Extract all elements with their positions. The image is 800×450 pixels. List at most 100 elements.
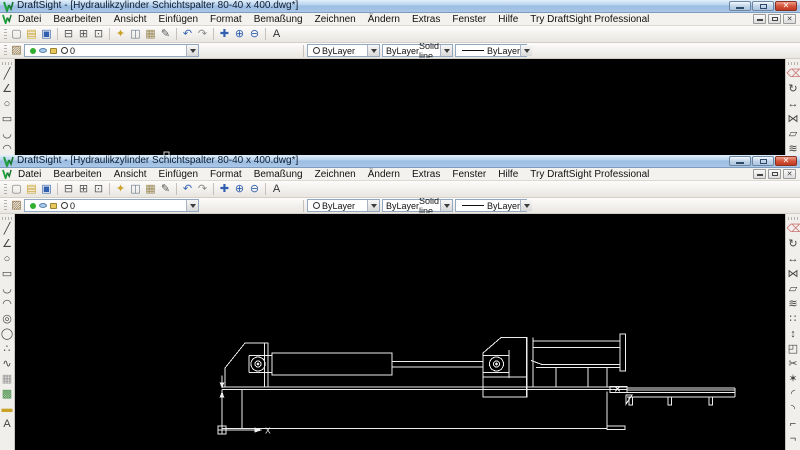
drawing-canvas[interactable]: X [15,214,785,450]
doc-close-button[interactable]: ✕ [783,14,796,24]
print-icon[interactable]: ⊟ [62,28,75,41]
delete-icon[interactable]: ⌫ [787,223,800,236]
chamfer-2-icon[interactable]: ¬ [787,433,800,446]
titlebar[interactable]: DraftSight - [Hydraulikzylinder Schichts… [0,0,800,13]
rectangle-icon[interactable]: ▭ [1,268,14,281]
linestyle-dropdown[interactable]: ByLayer Solid line [382,44,453,57]
zoom-in-icon[interactable]: ⊕ [233,28,246,41]
copy-icon[interactable]: ◫ [129,28,142,41]
menu-bema-ung[interactable]: Bemaßung [248,168,309,181]
linestyle-dropdown[interactable]: ByLayer Solid line [382,199,453,212]
arc-icon[interactable]: ◡ [1,283,14,296]
menu-zeichnen[interactable]: Zeichnen [309,168,362,181]
layers-preview-icon[interactable]: A [270,183,283,196]
note-icon[interactable]: A [1,418,14,431]
layer-dropdown-arrow[interactable] [186,200,198,211]
restore-button[interactable] [752,1,774,11]
copy-entity-icon[interactable]: ▱ [787,128,800,141]
redo-icon[interactable]: ↷ [196,183,209,196]
print-preview-icon[interactable]: ⊡ [92,28,105,41]
menu-hilfe[interactable]: Hilfe [492,13,524,26]
toolbar-grip[interactable] [4,184,7,195]
copy-entity-icon[interactable]: ▱ [787,283,800,296]
save-icon[interactable]: ▣ [40,183,53,196]
line-icon[interactable]: ╱ [1,223,14,236]
circle-icon[interactable]: ○ [1,253,14,266]
color-dropdown[interactable]: ByLayer [307,44,380,57]
drawing-canvas[interactable] [15,59,785,155]
doc-restore-button[interactable] [768,169,781,179]
layers-manager-icon[interactable]: ▨ [10,44,23,57]
toolbar-grip[interactable] [2,217,13,220]
color-dropdown-arrow[interactable] [367,45,379,56]
minimize-button[interactable] [729,1,751,11]
new-file-icon[interactable]: ▢ [10,183,23,196]
trim-icon[interactable]: ✂ [787,358,800,371]
delete-icon[interactable]: ⌫ [787,68,800,81]
lineweight-dropdown-arrow[interactable] [520,200,532,211]
menu-fenster[interactable]: Fenster [446,168,492,181]
toolbar-grip[interactable] [4,200,7,211]
draw-pen-icon[interactable]: ✎ [159,183,172,196]
draw-pen-icon[interactable]: ✎ [159,28,172,41]
menu-try-draftsight-professional[interactable]: Try DraftSight Professional [524,168,655,181]
rotate-icon[interactable]: ↻ [787,238,800,251]
menu-datei[interactable]: Datei [12,13,47,26]
menu-extras[interactable]: Extras [406,13,446,26]
move-icon[interactable]: ↔ [787,98,800,111]
close-button[interactable]: ✕ [775,156,797,166]
toolbar-grip[interactable] [4,29,7,40]
circle-icon[interactable]: ○ [1,98,14,111]
menu-einf-gen[interactable]: Einfügen [153,168,204,181]
menu-try-draftsight-professional[interactable]: Try DraftSight Professional [524,13,655,26]
linestyle-dropdown-arrow[interactable] [440,200,452,211]
doc-minimize-button[interactable] [753,169,766,179]
zoom-out-icon[interactable]: ⊖ [248,183,261,196]
fillet-2-icon[interactable]: ◝ [787,403,800,416]
fillet-icon[interactable]: ◜ [787,388,800,401]
region-icon[interactable]: ▬ [1,403,14,416]
menu-format[interactable]: Format [204,168,248,181]
spline-icon[interactable]: ∿ [1,358,14,371]
pan-icon[interactable]: ✚ [218,183,231,196]
menu--ndern[interactable]: Ändern [362,13,406,26]
arc-icon[interactable]: ◡ [1,128,14,141]
menu-ansicht[interactable]: Ansicht [108,13,153,26]
chamfer-icon[interactable]: ⌐ [787,418,800,431]
menu-hilfe[interactable]: Hilfe [492,168,524,181]
polyline-icon[interactable]: ∠ [1,83,14,96]
layer-dropdown-arrow[interactable] [186,45,198,56]
save-icon[interactable]: ▣ [40,28,53,41]
ellipse-icon[interactable]: ◯ [1,328,14,341]
titlebar[interactable]: DraftSight - [Hydraulikzylinder Schichts… [0,155,800,168]
rotate-icon[interactable]: ↻ [787,83,800,96]
doc-restore-button[interactable] [768,14,781,24]
print-icon[interactable]: ⊟ [62,183,75,196]
pan-icon[interactable]: ✚ [218,28,231,41]
minimize-button[interactable] [729,156,751,166]
toolbar-grip[interactable] [4,45,7,56]
toolbar-grip[interactable] [788,217,799,220]
menu-fenster[interactable]: Fenster [446,13,492,26]
properties-painter-icon[interactable]: ✦ [114,183,127,196]
toolbar-grip[interactable] [788,62,799,65]
zoom-in-icon[interactable]: ⊕ [233,183,246,196]
new-file-icon[interactable]: ▢ [10,28,23,41]
linestyle-dropdown-arrow[interactable] [440,45,452,56]
menu-zeichnen[interactable]: Zeichnen [309,13,362,26]
print-settings-icon[interactable]: ⊞ [77,28,90,41]
menu-bema-ung[interactable]: Bemaßung [248,13,309,26]
menu-ansicht[interactable]: Ansicht [108,168,153,181]
color-dropdown-arrow[interactable] [367,200,379,211]
offset-icon[interactable]: ≋ [787,298,800,311]
menu-datei[interactable]: Datei [12,168,47,181]
properties-painter-icon[interactable]: ✦ [114,28,127,41]
lineweight-dropdown[interactable]: ByLayer [455,199,527,212]
paste-icon[interactable]: ▦ [144,183,157,196]
toolbar-grip[interactable] [2,62,13,65]
open-file-icon[interactable]: ▤ [25,28,38,41]
lineweight-dropdown[interactable]: ByLayer [455,44,527,57]
stretch-icon[interactable]: ↕ [787,328,800,341]
zoom-out-icon[interactable]: ⊖ [248,28,261,41]
pattern-icon[interactable]: ∷ [787,313,800,326]
